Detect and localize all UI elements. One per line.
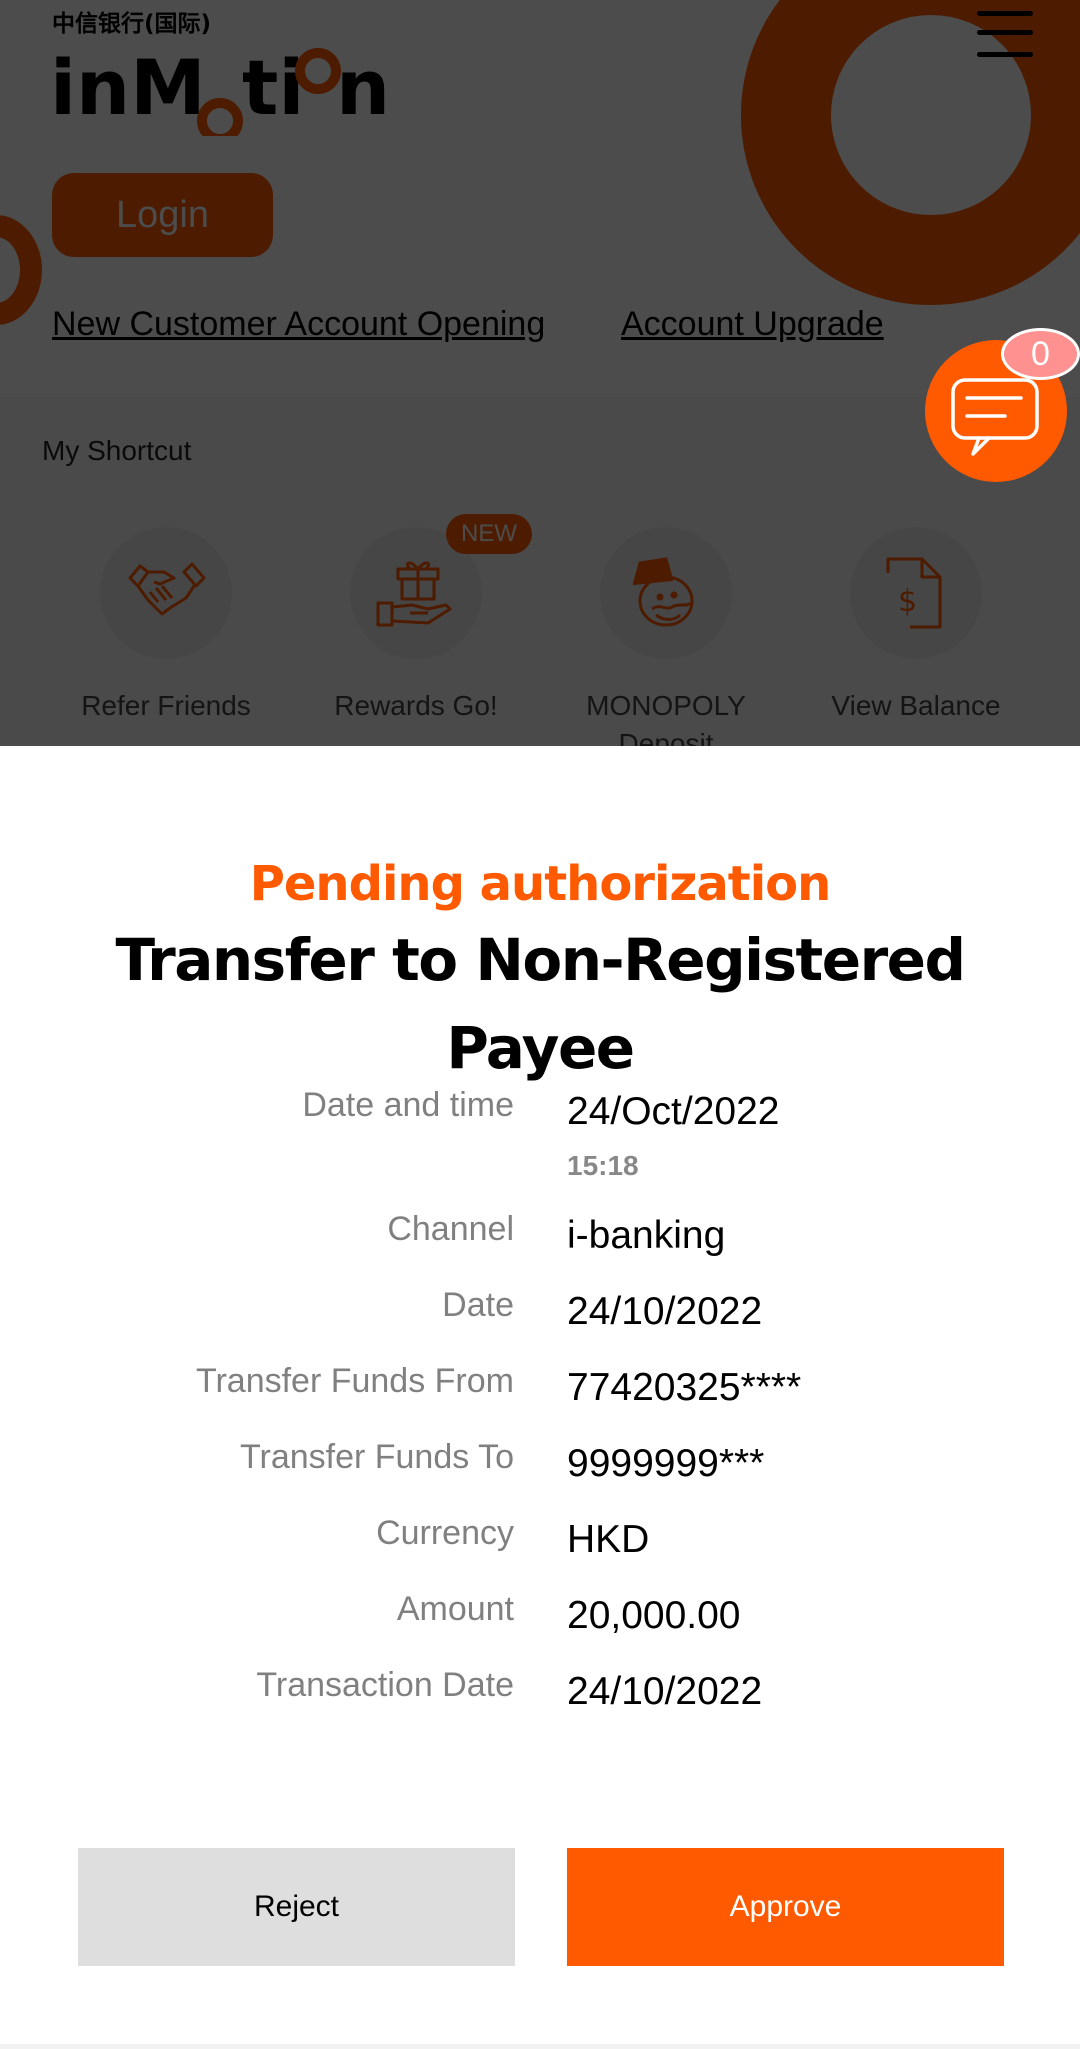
authorization-sheet: Pending authorization Transfer to Non-Re… bbox=[0, 746, 1080, 2044]
detail-value: 24/Oct/2022 bbox=[567, 1090, 780, 1133]
detail-label: Transfer Funds From bbox=[195, 1362, 514, 1400]
bottom-edge bbox=[0, 2044, 1080, 2049]
detail-row-channel: Channel i-banking bbox=[0, 1210, 1080, 1286]
detail-value: 9999999*** bbox=[567, 1442, 765, 1485]
detail-value: 77420325**** bbox=[567, 1366, 802, 1409]
detail-row-from: Transfer Funds From 77420325**** bbox=[0, 1362, 1080, 1438]
status-text: Pending authorization bbox=[249, 856, 832, 912]
detail-time: 15:18 bbox=[567, 1150, 639, 1181]
detail-value: 24/10/2022 bbox=[567, 1290, 763, 1333]
detail-label: Amount bbox=[396, 1590, 514, 1628]
detail-row-currency: Currency HKD bbox=[0, 1514, 1080, 1590]
detail-row-to: Transfer Funds To 9999999*** bbox=[0, 1438, 1080, 1514]
approve-button[interactable]: Approve bbox=[567, 1848, 1004, 1966]
detail-label: Channel bbox=[387, 1210, 514, 1248]
detail-row-date: Date 24/10/2022 bbox=[0, 1286, 1080, 1362]
detail-value: 20,000.00 bbox=[567, 1594, 741, 1637]
detail-label: Currency bbox=[376, 1514, 514, 1552]
background-page: 中信银行(国际) inM ti n Login New Customer Acc… bbox=[0, 0, 1080, 746]
detail-row-amount: Amount 20,000.00 bbox=[0, 1590, 1080, 1666]
transaction-details: Date and time 24/Oct/2022 15:18 Channel … bbox=[0, 1086, 1080, 1742]
detail-label: Transfer Funds To bbox=[239, 1438, 514, 1476]
detail-label: Date bbox=[442, 1286, 514, 1324]
detail-label: Date and time bbox=[302, 1086, 514, 1124]
modal-backdrop[interactable] bbox=[0, 0, 1080, 746]
detail-value: i-banking bbox=[567, 1214, 726, 1257]
chat-bubble-icon bbox=[951, 378, 1039, 456]
sheet-title: Transfer to Non-Registered Payee bbox=[115, 926, 966, 1082]
chat-unread-badge: 0 bbox=[1001, 328, 1080, 380]
detail-row-date-time: Date and time 24/Oct/2022 15:18 bbox=[0, 1086, 1080, 1210]
reject-button[interactable]: Reject bbox=[78, 1848, 515, 1966]
detail-value: 24/10/2022 bbox=[567, 1670, 763, 1713]
detail-value: HKD bbox=[567, 1518, 650, 1561]
detail-row-transaction-date: Transaction Date 24/10/2022 bbox=[0, 1666, 1080, 1742]
detail-label: Transaction Date bbox=[256, 1666, 514, 1704]
